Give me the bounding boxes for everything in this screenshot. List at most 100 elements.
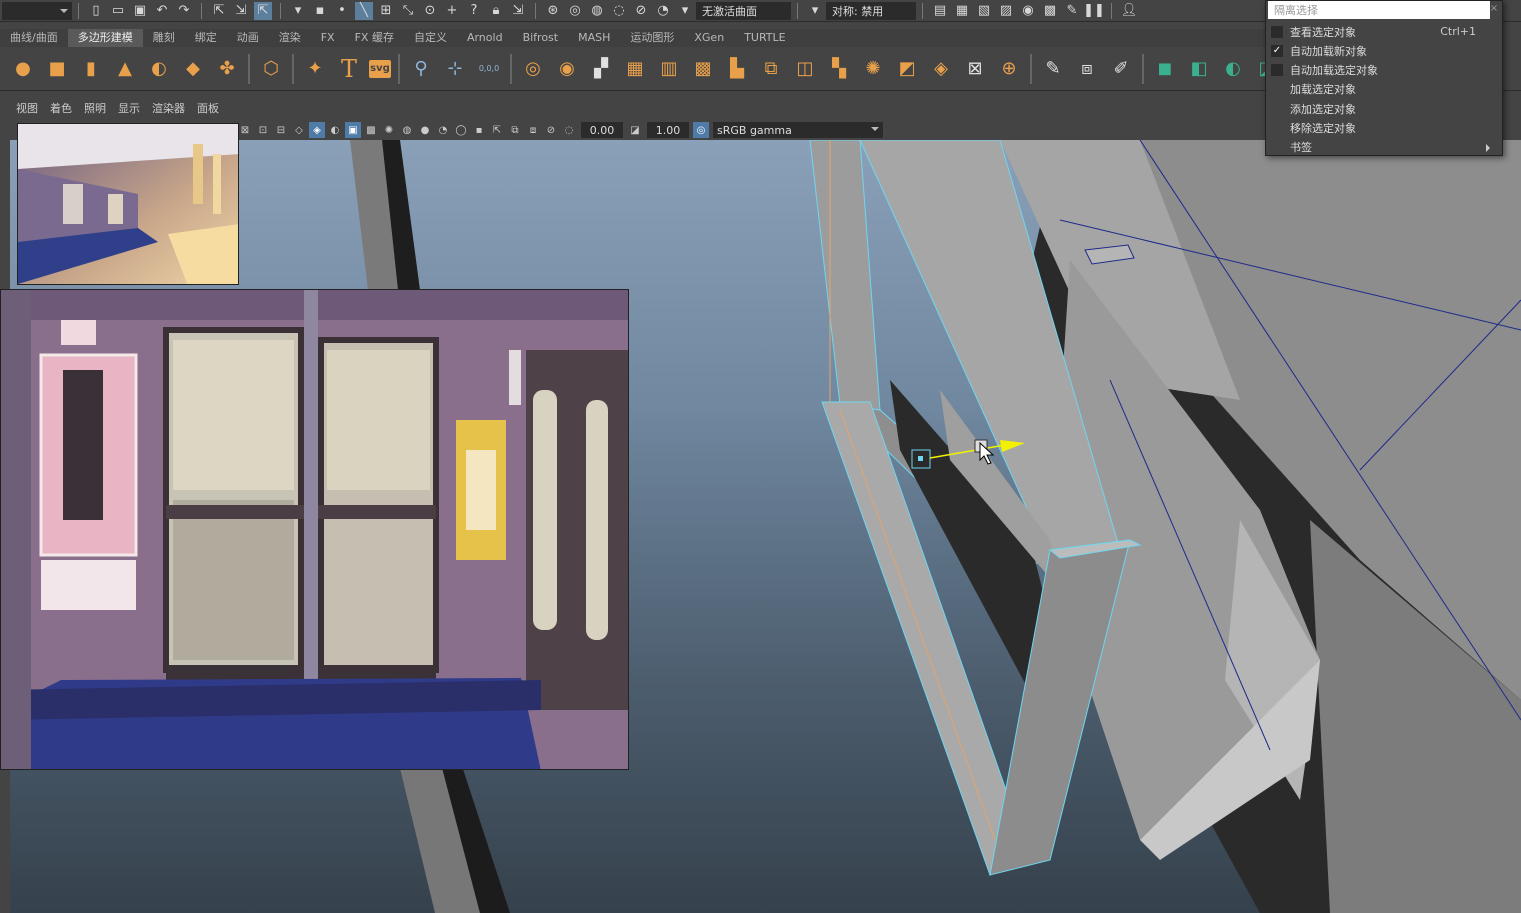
pivot-tool-icon[interactable]: ⊹ [441, 55, 469, 83]
uv-cylindrical-icon[interactable]: ◧ [1185, 55, 1213, 83]
shelf-tab[interactable]: 曲线/曲面 [0, 29, 68, 47]
text-icon[interactable]: T [335, 55, 363, 83]
panel-menu-item[interactable]: 着色 [44, 100, 78, 116]
panel-menu-item[interactable]: 渲染器 [146, 100, 191, 116]
checkbox[interactable] [1271, 64, 1283, 77]
smooth-icon[interactable]: ▦ [621, 55, 649, 83]
menu-item[interactable]: 书签 [1266, 138, 1502, 157]
shelf-tab[interactable]: 自定义 [404, 29, 457, 47]
cone-icon[interactable]: ▲ [111, 55, 139, 83]
bevel-icon[interactable]: ▩ [689, 55, 717, 83]
open-scene-icon[interactable]: ▭ [109, 2, 127, 20]
light-editor-icon[interactable]: ✎ [1063, 2, 1081, 20]
plane-icon[interactable]: ◆ [179, 55, 207, 83]
color-space-dropdown[interactable]: sRGB gamma [713, 122, 883, 138]
shelf-tab[interactable]: MASH [568, 29, 620, 47]
snap-point-icon[interactable]: ◍ [588, 2, 606, 20]
smooth-shade-icon[interactable]: ◈ [309, 122, 325, 138]
panel-menu-item[interactable]: 视图 [10, 100, 44, 116]
select-face-icon[interactable]: ⊞ [377, 2, 395, 20]
symmetry-field[interactable]: 对称: 禁用 [826, 1, 916, 20]
manipulator-center[interactable] [918, 456, 923, 461]
torus-icon[interactable]: ◐ [145, 55, 173, 83]
xray-joints-icon[interactable]: ⧈ [525, 122, 541, 138]
select-point-icon[interactable]: • [333, 2, 351, 20]
shelf-tab[interactable]: 多边形建模 [67, 29, 143, 47]
superellipse-icon[interactable]: ✦ [301, 55, 329, 83]
menu-item[interactable]: 自动加载选定对象 [1266, 61, 1502, 80]
cylinder-icon[interactable]: ▮ [77, 55, 105, 83]
panel-menu-item[interactable]: 显示 [112, 100, 146, 116]
uv-spherical-icon[interactable]: ◐ [1219, 55, 1247, 83]
svg-icon[interactable]: svg [369, 59, 391, 78]
boolean-icon[interactable]: ▥ [655, 55, 683, 83]
menu-set-dropdown[interactable] [2, 1, 72, 20]
shadows-icon[interactable]: ◍ [399, 122, 415, 138]
shelf-tab[interactable]: 绑定 [185, 29, 227, 47]
reference-image-small[interactable] [17, 123, 239, 285]
depth-of-field-icon[interactable]: ▪ [471, 122, 487, 138]
image-plane-icon[interactable]: ⊟ [273, 122, 289, 138]
snap-dropdown-icon[interactable]: ▾ [676, 2, 694, 20]
lights-icon[interactable]: ✺ [381, 122, 397, 138]
checkmark-icon[interactable]: ✓ [1271, 44, 1283, 57]
exposure-icon[interactable]: ◌ [561, 122, 577, 138]
shelf-tab[interactable]: FX 缓存 [345, 29, 404, 47]
lock-icon[interactable]: 🔒︎ [487, 2, 505, 20]
close-icon[interactable]: × [1488, 3, 1500, 15]
redo-icon[interactable]: ↷ [175, 2, 193, 20]
checkbox[interactable] [1271, 25, 1283, 38]
color-management-icon[interactable]: ◎ [693, 122, 709, 138]
select-uv-icon[interactable]: ⤡ [399, 2, 417, 20]
xray-icon[interactable]: ⧉ [507, 122, 523, 138]
wireframe-on-shaded-icon[interactable]: ▣ [345, 122, 361, 138]
measure-icon[interactable]: ⚲ [407, 55, 435, 83]
shelf-tab[interactable]: Bifrost [513, 29, 569, 47]
symmetry-dropdown-icon[interactable]: ▾ [806, 2, 824, 20]
default-material-icon[interactable]: ◐ [327, 122, 343, 138]
render-view-icon[interactable]: ▤ [931, 2, 949, 20]
append-icon[interactable]: ◫ [791, 55, 819, 83]
crease-icon[interactable]: ✐ [1107, 55, 1135, 83]
camera-attrs-icon[interactable]: ⊡ [255, 122, 271, 138]
center-pivot-icon[interactable]: 0,0,0 [475, 55, 503, 83]
wireframe-icon[interactable]: ◇ [291, 122, 307, 138]
panel-menu-item[interactable]: 照明 [78, 100, 112, 116]
reference-image-large[interactable] [0, 289, 629, 770]
anti-aliasing-icon[interactable]: ◯ [453, 122, 469, 138]
snap-view-icon[interactable]: ◌ [610, 2, 628, 20]
cube-icon[interactable]: ■ [43, 55, 71, 83]
exposure-field[interactable]: 0.00 [581, 122, 623, 138]
mask-dropdown-icon[interactable]: ▾ [289, 2, 307, 20]
insert-edge-loop-icon[interactable]: ▚ [825, 55, 853, 83]
textured-icon[interactable]: ▩ [363, 122, 379, 138]
shelf-tab[interactable]: 动画 [227, 29, 269, 47]
select-question-icon[interactable]: ? [465, 2, 483, 20]
menu-item[interactable]: 查看选定对象 Ctrl+1 [1266, 22, 1502, 41]
snap-live-icon[interactable]: ◔ [654, 2, 672, 20]
hypershade-icon[interactable]: ◉ [1019, 2, 1037, 20]
motion-blur-icon[interactable]: ◔ [435, 122, 451, 138]
gamma-icon[interactable]: ◪ [627, 122, 643, 138]
user-icon[interactable]: 👤︎ [1120, 2, 1138, 20]
shelf-tab[interactable]: 渲染 [269, 29, 311, 47]
select-vertex-icon[interactable]: ▪ [311, 2, 329, 20]
combine-icon[interactable]: ◎ [519, 55, 547, 83]
shelf-tab[interactable]: TURTLE [734, 29, 795, 47]
panel-menu-item[interactable]: 面板 [191, 100, 225, 116]
collapse-icon[interactable]: ⊠ [961, 55, 989, 83]
edit-edge-flow-icon[interactable]: ✎ [1039, 55, 1067, 83]
fill-hole-icon[interactable]: ⧈ [1073, 55, 1101, 83]
menu-item[interactable]: ✓ 自动加载新对象 [1266, 41, 1502, 60]
shelf-tab[interactable]: FX [311, 29, 345, 47]
highlight-icon[interactable]: ⇲ [509, 2, 527, 20]
quad-draw-icon[interactable]: ⊕ [995, 55, 1023, 83]
snap-curve-icon[interactable]: ◎ [566, 2, 584, 20]
bridge-icon[interactable]: ⧉ [757, 55, 785, 83]
multi-cut-icon[interactable]: ✺ [859, 55, 887, 83]
extract-icon[interactable]: ▞ [587, 55, 615, 83]
ambient-occlusion-icon[interactable]: ● [417, 122, 433, 138]
live-surface-field[interactable]: 无激活曲面 [696, 1, 791, 20]
select-object-icon[interactable]: ⇲ [232, 2, 250, 20]
select-edge-icon[interactable]: ╲ [355, 1, 373, 20]
